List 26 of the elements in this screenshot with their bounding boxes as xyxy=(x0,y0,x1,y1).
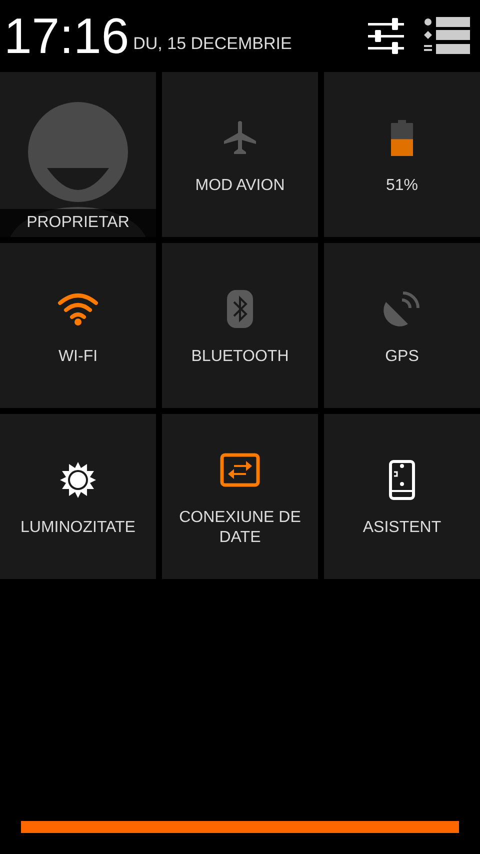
clock-time: 17:16 xyxy=(4,11,130,61)
quick-setting-tile[interactable]: BLUETOOTH xyxy=(162,243,318,408)
tile-label: WI-FI xyxy=(57,346,99,366)
quick-setting-tile[interactable]: ASISTENT xyxy=(324,414,480,579)
quick-setting-tile[interactable]: PROPRIETAR xyxy=(0,72,156,237)
quick-setting-tile[interactable]: 51% xyxy=(324,72,480,237)
panel-handle[interactable] xyxy=(21,821,459,833)
quick-setting-tile[interactable]: WI-FI xyxy=(0,243,156,408)
battery-icon xyxy=(391,120,413,156)
phone-icon xyxy=(389,460,415,500)
tile-label: BLUETOOTH xyxy=(190,346,290,366)
tile-label: GPS xyxy=(384,346,420,366)
quick-setting-tile[interactable]: GPS xyxy=(324,243,480,408)
tile-label: MOD AVION xyxy=(194,176,286,196)
quick-setting-tile[interactable]: CONEXIUNE DE DATE xyxy=(162,414,318,579)
brightness-icon xyxy=(60,462,96,498)
tile-label: CONEXIUNE DE DATE xyxy=(178,508,302,548)
tile-label: ASISTENT xyxy=(362,518,442,538)
quick-setting-tile[interactable]: MOD AVION xyxy=(162,72,318,237)
tile-label: 51% xyxy=(384,176,420,196)
list-icon[interactable] xyxy=(424,17,470,55)
date-text: DU, 15 DECEMBRIE xyxy=(133,34,292,54)
quick-setting-tile[interactable]: LUMINOZITATE xyxy=(0,414,156,579)
settings-icon[interactable] xyxy=(368,18,406,54)
tile-label: LUMINOZITATE xyxy=(20,518,136,538)
tile-label: PROPRIETAR xyxy=(0,209,156,237)
